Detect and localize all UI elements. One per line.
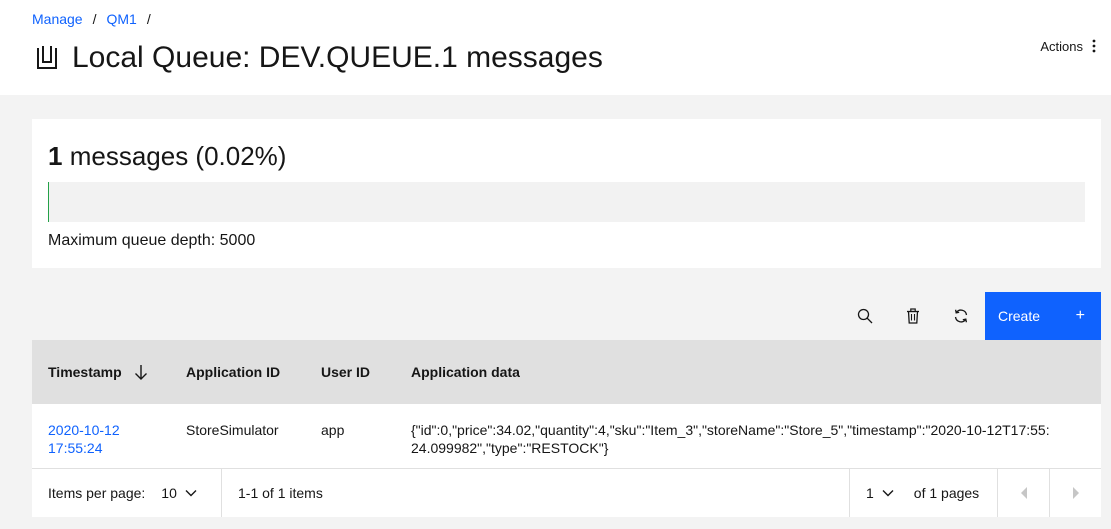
breadcrumb-qm1[interactable]: QM1 [106, 11, 136, 27]
cell-application-id: StoreSimulator [186, 422, 279, 438]
actions-label: Actions [1040, 38, 1083, 54]
next-page-button[interactable] [1049, 469, 1101, 517]
cell-user-id: app [321, 422, 345, 438]
refresh-button[interactable] [937, 292, 985, 340]
breadcrumb-separator: / [92, 11, 97, 27]
chevron-down-icon [882, 490, 894, 497]
max-queue-depth: Maximum queue depth: 5000 [48, 232, 256, 249]
table-row: 2020-10-12 17:55:24 StoreSimulator app {… [32, 404, 1101, 469]
page-select[interactable]: 1 [866, 485, 894, 501]
create-button-label: Create [998, 308, 1041, 324]
caret-left-icon [1020, 487, 1027, 499]
queue-depth-card: 1 messages (0.02%) Maximum queue depth: … [32, 119, 1101, 268]
breadcrumb-manage[interactable]: Manage [32, 11, 83, 27]
actions-menu[interactable]: Actions [1040, 38, 1097, 54]
page-title: Local Queue: DEV.QUEUE.1 messages [34, 41, 603, 75]
page-title-text: Local Queue: DEV.QUEUE.1 messages [72, 41, 603, 74]
column-header-application-id[interactable]: Application ID [186, 340, 286, 404]
column-header-application-data[interactable]: Application data [411, 340, 520, 404]
refresh-icon [954, 309, 968, 323]
pagination: Items per page: 10 1-1 of 1 items 1 of 1… [32, 469, 1101, 517]
total-pages: of 1 pages [913, 485, 980, 501]
delete-button[interactable] [889, 292, 937, 340]
items-per-page: Items per page: 10 [32, 469, 222, 517]
message-count-label: messages (0.02%) [69, 141, 287, 171]
queue-icon [34, 43, 60, 73]
queue-depth-fill [48, 182, 49, 222]
page-selector: 1 of 1 pages [849, 469, 997, 517]
items-range: 1-1 of 1 items [238, 485, 323, 501]
message-count: 1 [48, 141, 63, 171]
table-header: Timestamp Application ID User ID Applica… [32, 340, 1101, 404]
items-per-page-label: Items per page: [48, 485, 146, 501]
cell-timestamp: 2020-10-12 17:55:24 [48, 421, 148, 457]
items-per-page-value: 10 [161, 485, 177, 501]
breadcrumb-separator: / [146, 11, 151, 27]
message-timestamp-link[interactable]: 2020-10-12 17:55:24 [48, 422, 120, 456]
sort-descending-icon[interactable] [134, 364, 148, 380]
column-header-user-id[interactable]: User ID [321, 340, 371, 404]
search-icon [857, 308, 873, 324]
create-button[interactable]: Create + [985, 292, 1101, 340]
messages-table: Timestamp Application ID User ID Applica… [32, 340, 1101, 469]
previous-page-button[interactable] [997, 469, 1049, 517]
add-icon: + [1075, 307, 1085, 324]
page-header: Manage / QM1 / Local Queue: DEV.QUEUE.1 … [0, 0, 1111, 95]
column-header-label: Timestamp [48, 364, 122, 380]
page-select-value: 1 [866, 485, 874, 501]
caret-right-icon [1072, 487, 1079, 499]
table-toolbar: Create + [32, 292, 1101, 340]
items-per-page-select[interactable]: 10 [161, 485, 197, 501]
overflow-menu-icon[interactable] [1091, 38, 1097, 54]
breadcrumb: Manage / QM1 / [32, 11, 161, 27]
trash-icon [907, 308, 919, 324]
queue-depth-bar [48, 182, 1085, 222]
cell-application-data: {"id":0,"price":34.02,"quantity":4,"sku"… [411, 422, 1050, 456]
column-header-timestamp[interactable]: Timestamp [48, 340, 148, 404]
chevron-down-icon [185, 490, 197, 497]
queue-depth-count: 1 messages (0.02%) [48, 141, 286, 172]
search-button[interactable] [841, 292, 889, 340]
